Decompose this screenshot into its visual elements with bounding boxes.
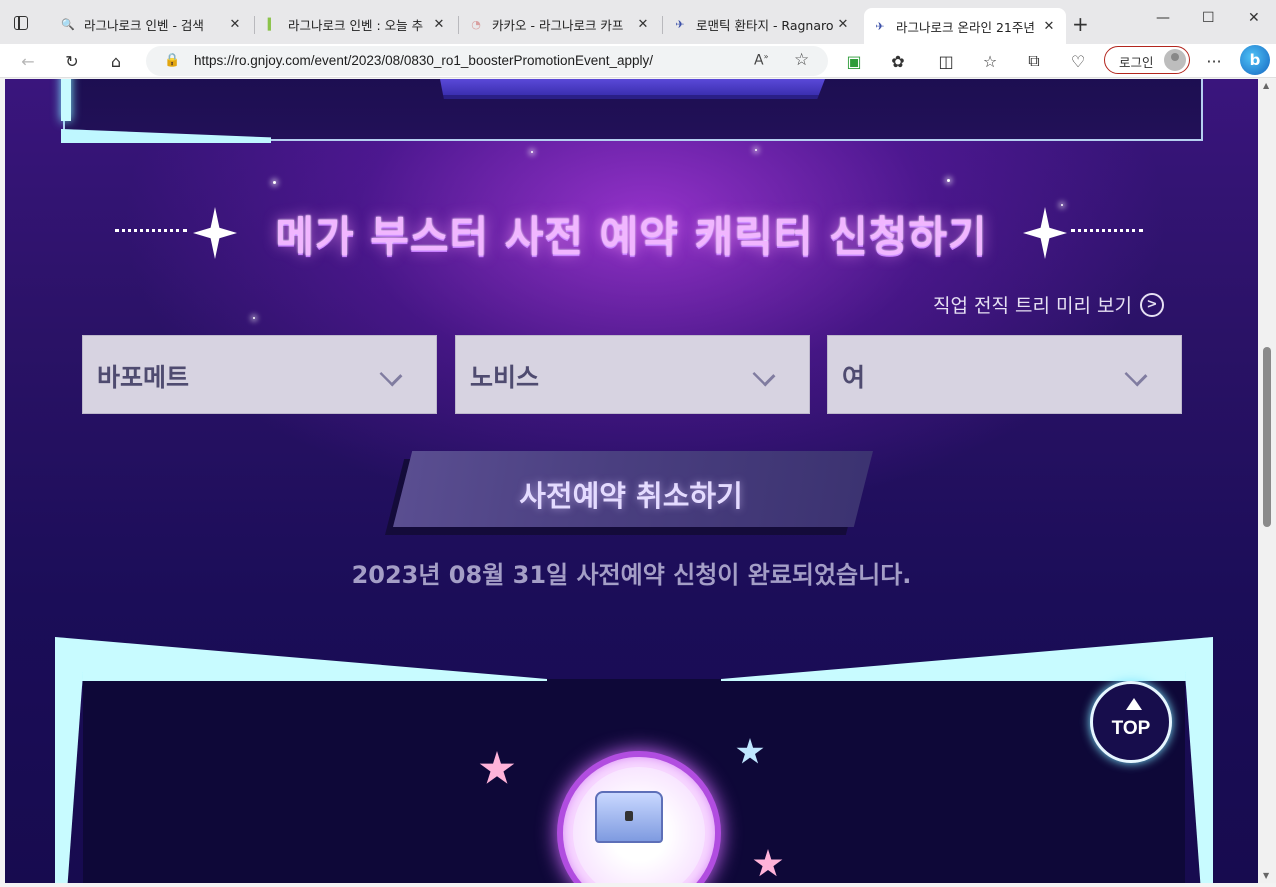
favorite-star-icon[interactable]: ☆ — [794, 50, 809, 70]
gender-select-value: 여 — [842, 363, 866, 392]
tab-title: 라그나로크 인벤 - 검색 — [84, 17, 204, 33]
tab-4[interactable]: ✈ 로맨틱 환타지 - Ragnarok ✕ — [664, 8, 860, 40]
new-tab-icon[interactable]: + — [1072, 12, 1089, 36]
url-text[interactable]: https://ro.gnjoy.com/event/2023/08/0830_… — [194, 53, 653, 68]
split-screen-icon[interactable]: ◫ — [934, 49, 958, 73]
tab-title: 로맨틱 환타지 - Ragnarok — [696, 17, 834, 33]
chevron-down-icon — [752, 363, 776, 387]
page-viewport: 메가 부스터 사전 예약 캐릭터 신청하기 직업 전직 트리 미리 보기 > 바… — [5, 79, 1258, 883]
login-button[interactable]: 로그인 — [1104, 46, 1190, 74]
tab-title: 라그나로크 온라인 21주년 — [896, 19, 1035, 35]
gender-select[interactable]: 여 — [827, 335, 1182, 414]
read-aloud-icon[interactable]: A» — [754, 52, 768, 69]
cancel-preregistration-label: 사전예약 취소하기 — [519, 479, 743, 513]
back-icon[interactable]: ← — [16, 49, 40, 73]
ragnarok-icon: ✈ — [675, 17, 685, 31]
tab-title: 라그나로크 인벤 : 오늘 추 — [288, 17, 424, 33]
minimize-icon[interactable]: — — [1156, 10, 1170, 26]
scrollbar-thumb[interactable] — [1263, 347, 1271, 527]
chevron-right-icon: > — [1139, 292, 1164, 317]
chevron-down-icon — [1124, 363, 1148, 387]
tab-3[interactable]: ◔ 카카오 - 라그나로크 카프 ✕ — [460, 8, 660, 40]
server-select-value: 바포메트 — [97, 363, 190, 392]
job-tree-preview-label: 직업 전직 트리 미리 보기 — [933, 295, 1132, 317]
refresh-icon[interactable]: ↻ — [60, 49, 84, 73]
login-label: 로그인 — [1119, 55, 1154, 70]
tab-bar: 🔍 라그나로크 인벤 - 검색 ✕ ▍ 라그나로크 인벤 : 오늘 추 ✕ ◔ … — [0, 0, 1276, 44]
sparkle-icon — [1023, 207, 1067, 259]
more-menu-icon[interactable]: ··· — [1202, 49, 1226, 73]
favorites-icon[interactable]: ☆ — [978, 49, 1002, 73]
extensions-icon[interactable]: ✿ — [886, 49, 910, 73]
search-icon: 🔍 — [61, 17, 75, 31]
scroll-top-button[interactable]: TOP — [1090, 681, 1172, 763]
cancel-preregistration-button[interactable]: 사전예약 취소하기 — [385, 447, 877, 535]
chevron-down-icon — [379, 363, 403, 387]
close-icon[interactable]: ✕ — [634, 17, 652, 32]
page-title: 메가 부스터 사전 예약 캐릭터 신청하기 — [275, 212, 988, 261]
tab-5-active[interactable]: ✈ 라그나로크 온라인 21주년 ✕ — [864, 8, 1066, 44]
tab-2[interactable]: ▍ 라그나로크 인벤 : 오늘 추 ✕ — [256, 8, 456, 40]
scroll-down-icon[interactable]: ▼ — [1263, 871, 1269, 880]
browser-toolbar: ← ↻ ⌂ 🔒 https://ro.gnjoy.com/event/2023/… — [0, 44, 1276, 78]
arrow-up-icon — [1126, 698, 1142, 710]
browser-essentials-icon[interactable]: ♡ — [1066, 49, 1090, 73]
media-icon[interactable]: ▣ — [842, 49, 866, 73]
page-scrollbar[interactable]: ▲ ▼ — [1258, 79, 1276, 883]
avatar — [1164, 49, 1186, 71]
scroll-up-icon[interactable]: ▲ — [1263, 81, 1269, 90]
tab-actions-icon[interactable] — [10, 12, 32, 34]
close-icon[interactable]: ✕ — [1040, 19, 1058, 34]
job-select[interactable]: 노비스 — [455, 335, 810, 414]
close-icon[interactable]: ✕ — [226, 17, 244, 32]
kakao-icon: ◔ — [471, 17, 481, 31]
sparkle-icon — [193, 207, 237, 259]
address-bar[interactable]: 🔒 https://ro.gnjoy.com/event/2023/08/083… — [146, 46, 828, 76]
tab-1[interactable]: 🔍 라그나로크 인벤 - 검색 ✕ — [52, 8, 252, 40]
close-icon[interactable]: ✕ — [430, 17, 448, 32]
close-window-icon[interactable]: ✕ — [1248, 10, 1260, 26]
tab-title: 카카오 - 라그나로크 카프 — [492, 17, 624, 33]
lock-icon: 🔒 — [164, 53, 181, 68]
bing-icon[interactable]: b — [1240, 45, 1270, 75]
ragnarok-icon: ✈ — [875, 19, 885, 33]
server-select[interactable]: 바포메트 — [82, 335, 437, 414]
home-icon[interactable]: ⌂ — [104, 49, 128, 73]
job-tree-preview-link[interactable]: 직업 전직 트리 미리 보기 > — [933, 291, 1164, 318]
completion-message: 2023년 08월 31일 사전예약 신청이 완료되었습니다. — [351, 561, 912, 589]
scroll-top-label: TOP — [1111, 718, 1151, 739]
close-icon[interactable]: ✕ — [834, 17, 852, 32]
maximize-icon[interactable]: ☐ — [1202, 10, 1215, 26]
inven-icon: ▍ — [267, 17, 277, 31]
top-button-remnant[interactable] — [440, 79, 825, 99]
job-select-value: 노비스 — [470, 363, 540, 392]
collections-icon[interactable]: ⧉ — [1022, 49, 1046, 73]
